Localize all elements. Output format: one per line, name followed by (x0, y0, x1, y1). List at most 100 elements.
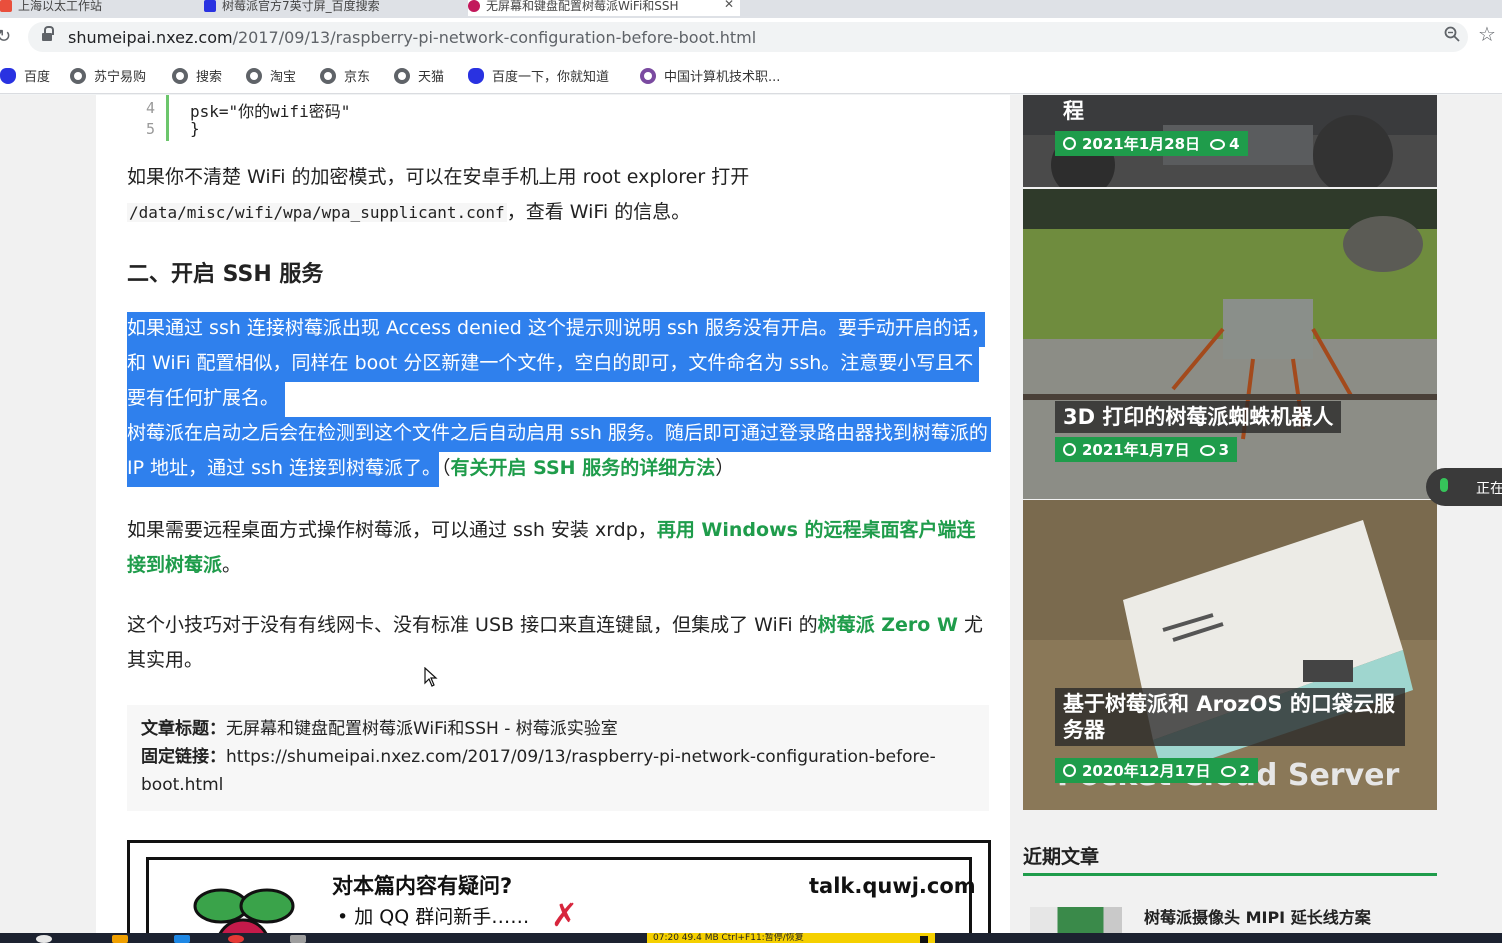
paragraph-text: 要有任何扩展名。 (127, 387, 280, 409)
comment-icon (1220, 766, 1236, 777)
tab-3-active[interactable]: 无屏幕和键盘配置树莓派WiFi和SSH ✕ (468, 0, 740, 16)
globe-icon (70, 68, 86, 84)
bookmark-tmall[interactable]: 天猫 (394, 66, 444, 85)
sidebar-card[interactable]: Pocket Cloud Server 基于树莓派和 ArozOS 的口袋云服务… (1023, 500, 1437, 810)
sidebar-card[interactable]: 程 2021年1月28日 4 (1023, 95, 1437, 187)
tab-label: 无屏幕和键盘配置树莓派WiFi和SSH (486, 0, 679, 13)
comment-icon (1199, 445, 1215, 456)
url-host: shumeipai.nxez.com (68, 28, 233, 47)
question-banner[interactable]: 对本篇内容有疑问? • 加 QQ 群问新手…… ✗ talk.quwj.com (127, 840, 991, 933)
bookmark-jd[interactable]: 京东 (320, 66, 370, 85)
paragraph-text: ，查看 WiFi 的信息。 (506, 201, 691, 223)
paragraph-text: 如果通过 ssh 连接树莓派出现 Access denied 这个提示则说明 s… (127, 317, 990, 339)
start-icon[interactable] (36, 935, 52, 943)
url-path: /2017/09/13/raspberry-pi-network-configu… (232, 28, 757, 47)
tab-favicon-icon (204, 0, 216, 12)
code-line-number: 5 (146, 120, 156, 138)
app-icon[interactable] (174, 935, 190, 943)
bookmark-label: 中国计算机技术职... (664, 70, 781, 85)
bookmark-taobao[interactable]: 淘宝 (246, 66, 296, 85)
tab-label: 上海以太工作站 (18, 0, 103, 13)
bookmark-search[interactable]: 搜索 (172, 66, 222, 85)
card-date: 2021年1月7日 (1082, 441, 1190, 459)
bookmark-label: 天猫 (418, 70, 445, 85)
bookmark-baidu-search[interactable]: 百度一下，你就知道 (468, 66, 609, 85)
forum-site-label[interactable]: talk.quwj.com (809, 874, 976, 898)
paragraph-text: 树莓派在启动之后会在检测到这个文件之后自动启用 ssh 服务。随后即可通过登录路… (127, 422, 988, 444)
question-banner-inner: 对本篇内容有疑问? • 加 QQ 群问新手…… ✗ talk.quwj.com (146, 857, 976, 933)
reload-icon[interactable]: ↻ (0, 26, 11, 47)
bookmark-baidu[interactable]: 百度 (0, 66, 50, 85)
globe-icon (320, 68, 336, 84)
url-text[interactable]: shumeipai.nxez.com/2017/09/13/raspberry-… (68, 28, 756, 47)
address-bar[interactable]: shumeipai.nxez.com/2017/09/13/raspberry-… (28, 22, 1468, 52)
bookmark-label: 搜索 (196, 70, 223, 85)
card-date: 2020年12月17日 (1082, 762, 1211, 780)
app-icon[interactable] (290, 935, 306, 943)
recent-post-thumbnail[interactable] (1030, 907, 1122, 933)
bookmark-label: 苏宁易购 (94, 70, 147, 85)
divider (1023, 873, 1437, 876)
explorer-icon[interactable] (112, 935, 128, 943)
tab-favicon-icon (0, 0, 12, 12)
baidu-paw-icon (0, 68, 16, 84)
tab-close-icon[interactable]: ✕ (724, 0, 734, 10)
card-meta: 2021年1月7日 3 (1055, 437, 1238, 462)
web-page: 4 psk="你的wifi密码" 5 } 如果你不清楚 WiFi 的加密模式，可… (0, 95, 1502, 933)
baidu-paw-icon (468, 68, 484, 84)
paragraph-text: 和 WiFi 配置相似，同样在 boot 分区新建一个文件，空白的即可，文件命名… (127, 352, 974, 374)
meta-link-label: 固定链接： (141, 747, 226, 767)
card-comment-count: 3 (1218, 441, 1230, 459)
card-title: 基于树莓派和 ArozOS 的口袋云服务器 (1055, 688, 1405, 746)
bookmark-label: 京东 (344, 70, 371, 85)
browser-icon[interactable] (228, 935, 244, 943)
card-title: 程 (1063, 99, 1084, 123)
microphone-icon (1440, 478, 1448, 492)
lock-icon[interactable] (42, 26, 54, 42)
paragraph-xrdp: 如果需要远程桌面方式操作树莓派，可以通过 ssh 安装 xrdp，再用 Wind… (127, 513, 993, 583)
paren: ） (715, 457, 735, 479)
ssh-detail-link[interactable]: 有关开启 SSH 服务的详细方法 (451, 457, 716, 479)
zoom-icon[interactable] (1444, 26, 1460, 42)
bookmark-star-icon[interactable]: ☆ (1478, 22, 1496, 46)
bookmark-label: 百度 (24, 70, 51, 85)
card-comment-count: 2 (1239, 762, 1250, 780)
code-block: 4 psk="你的wifi密码" 5 } (130, 95, 730, 141)
organization-logo-icon (640, 68, 656, 84)
card-date: 2021年1月28日 (1082, 135, 1201, 153)
card-title: 3D 打印的树莓派蜘蛛机器人 (1055, 401, 1342, 433)
code-line: psk="你的wifi密码" (190, 102, 351, 121)
sidebar-card[interactable]: 3D 打印的树莓派蜘蛛机器人 2021年1月7日 3 (1023, 189, 1437, 499)
paragraph-text: 。 (222, 554, 242, 576)
tab-label: 树莓派官方7英寸屏_百度搜索 (222, 0, 380, 13)
bookmark-computer-tech[interactable]: 中国计算机技术职... (640, 66, 780, 85)
paragraph-wifi: 如果你不清楚 WiFi 的加密模式，可以在安卓手机上用 root explore… (127, 160, 993, 230)
card-meta: 2021年1月28日 4 (1055, 131, 1248, 156)
inline-code-path: /data/misc/wifi/wpa/wpa_supplicant.conf (127, 203, 507, 222)
mouse-cursor-icon (424, 667, 438, 687)
browser-toolbar: ↻ shumeipai.nxez.com/2017/09/13/raspberr… (0, 18, 1502, 56)
stop-record-icon[interactable] (920, 936, 928, 943)
tab-strip: 上海以太工作站 树莓派官方7英寸屏_百度搜索 无屏幕和键盘配置树莓派WiFi和S… (0, 0, 1502, 18)
card-meta: 2020年12月17日 2 (1055, 758, 1258, 783)
bookmark-suning[interactable]: 苏宁易购 (70, 66, 146, 85)
question-item: • 加 QQ 群问新手…… (337, 906, 530, 928)
recorder-status-bar: 07:20 49.4 MB Ctrl+F11:暂停/恢复 (647, 933, 935, 943)
voice-status-label: 正在 (1476, 481, 1502, 497)
globe-icon (246, 68, 262, 84)
clock-icon (1063, 443, 1076, 456)
clock-icon (1063, 137, 1076, 150)
tab-2[interactable]: 树莓派官方7英寸屏_百度搜索 (204, 0, 464, 16)
permalink[interactable]: https://shumeipai.nxez.com/2017/09/13/ra… (141, 747, 936, 795)
pi-zero-w-link[interactable]: 树莓派 Zero W (818, 614, 958, 636)
recent-post-link[interactable]: 树莓派摄像头 MIPI 延长线方案 (1144, 904, 1371, 928)
voice-input-indicator[interactable]: 正在 (1426, 468, 1502, 506)
globe-icon (172, 68, 188, 84)
bookmark-label: 淘宝 (270, 70, 297, 85)
tab-1[interactable]: 上海以太工作站 (0, 0, 190, 16)
article-meta-box: 文章标题：无屏幕和键盘配置树莓派WiFi和SSH - 树莓派实验室 固定链接：h… (127, 705, 989, 811)
recent-posts-heading: 近期文章 (1023, 846, 1100, 868)
bookmarks-bar: 百度 苏宁易购 搜索 淘宝 京东 天猫 百度一下，你就知道 中国计算机技术职..… (0, 56, 1502, 94)
tab-favicon-icon (468, 0, 480, 12)
meta-title-label: 文章标题： (141, 719, 226, 739)
